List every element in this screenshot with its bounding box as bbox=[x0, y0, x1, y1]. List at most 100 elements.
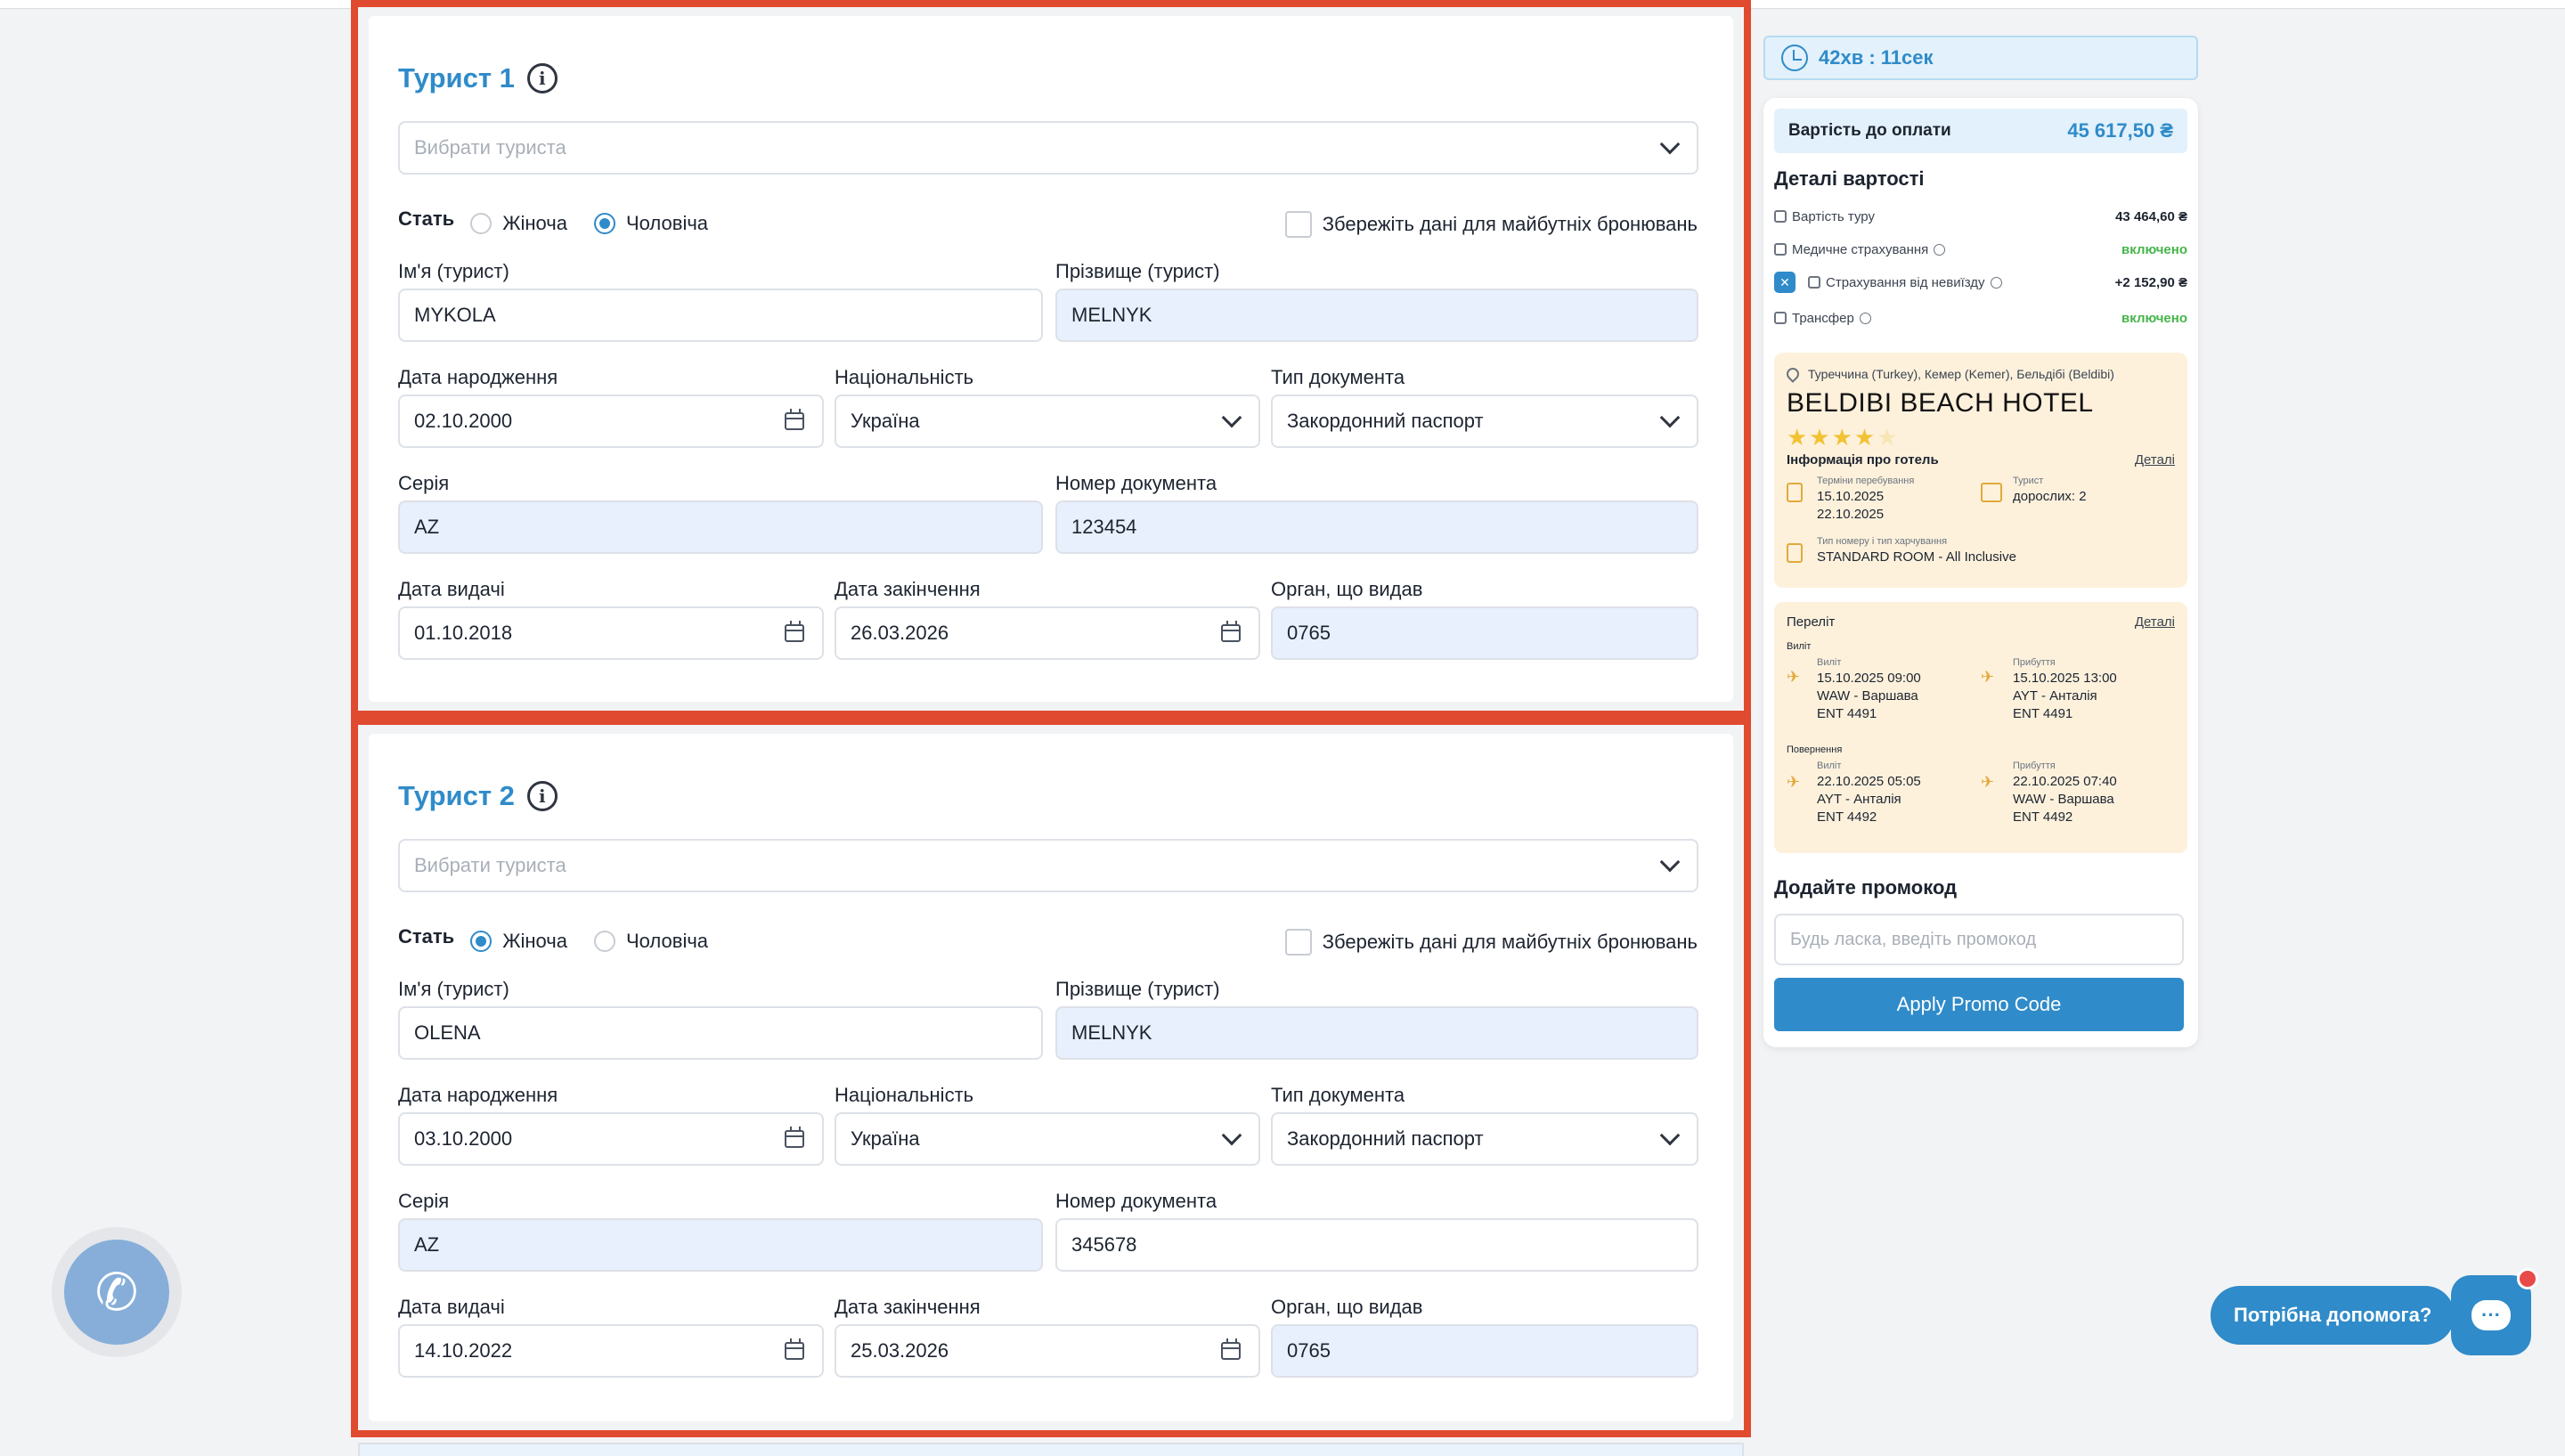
calendar-icon[interactable] bbox=[1221, 621, 1241, 642]
outbound-section-label: Виліт bbox=[1787, 641, 1812, 652]
doc-type-value: Закордонний паспорт bbox=[1287, 1127, 1484, 1150]
nationality-select[interactable]: Україна bbox=[835, 1112, 1260, 1166]
info-icon[interactable]: i bbox=[526, 63, 558, 94]
cost-line-transfer: Трансфер включено bbox=[1774, 305, 2187, 331]
authority-field[interactable]: 0765 bbox=[1271, 606, 1698, 660]
tourist-2-highlight: Турист 2 i Вибрати туриста Стать Жіноча … bbox=[351, 718, 1751, 1437]
radio-female[interactable] bbox=[470, 213, 493, 234]
gender-female-option[interactable]: Жіноча bbox=[470, 930, 567, 953]
plane-landing-icon: ✈ bbox=[1981, 668, 1995, 686]
expiry-field[interactable]: 25.03.2026 bbox=[835, 1324, 1260, 1378]
doc-type-select[interactable]: Закордонний паспорт bbox=[1271, 1112, 1698, 1166]
save-data-option[interactable]: Збережіть дані для майбутніх бронювань bbox=[1284, 210, 1698, 239]
authority-field[interactable]: 0765 bbox=[1271, 1324, 1698, 1378]
tourist-select-dropdown[interactable]: Вибрати туриста bbox=[398, 121, 1698, 175]
promo-code-input[interactable]: Будь ласка, введіть промокод bbox=[1774, 914, 2184, 965]
tourist-2-card: Турист 2 i Вибрати туриста Стать Жіноча … bbox=[369, 734, 1733, 1421]
save-data-label: Збережіть дані для майбутніх бронювань bbox=[1322, 931, 1698, 953]
last-name-field[interactable]: MELNYK bbox=[1055, 1006, 1698, 1060]
doc-type-select[interactable]: Закордонний паспорт bbox=[1271, 395, 1698, 448]
ret-dep-label: Виліт bbox=[1817, 761, 1842, 771]
save-data-label: Збережіть дані для майбутніх бронювань bbox=[1322, 213, 1698, 235]
first-name-field[interactable]: OLENA bbox=[398, 1006, 1043, 1060]
call-button[interactable]: ✆ bbox=[52, 1227, 182, 1357]
expiry-field[interactable]: 26.03.2026 bbox=[835, 606, 1260, 660]
doc-number-label: Номер документа bbox=[1055, 472, 1217, 494]
tourist-title-text: Турист 1 bbox=[398, 62, 515, 94]
info-icon[interactable] bbox=[1859, 312, 1871, 324]
ret-dep-flight: ENT 4492 bbox=[1817, 809, 1877, 825]
calendar-icon[interactable] bbox=[785, 1127, 804, 1148]
hotel-details-link[interactable]: Деталі bbox=[2135, 452, 2175, 468]
dob-field[interactable]: 02.10.2000 bbox=[398, 395, 824, 448]
tourist-count: дорослих: 2 bbox=[2013, 489, 2087, 504]
dob-field[interactable]: 03.10.2000 bbox=[398, 1112, 824, 1166]
radio-male[interactable] bbox=[594, 931, 616, 952]
flight-card: Переліт Деталі Виліт ✈ Виліт 15.10.2025 … bbox=[1774, 602, 2187, 853]
gender-female-label: Жіноча bbox=[502, 212, 568, 234]
help-bubble[interactable]: Потрібна допомога? bbox=[2211, 1286, 2468, 1345]
chat-button[interactable]: ··· bbox=[2451, 1275, 2531, 1355]
total-label: Вартість до оплати bbox=[1788, 121, 1951, 140]
issue-date-field[interactable]: 14.10.2022 bbox=[398, 1324, 824, 1378]
umbrella-icon bbox=[1774, 243, 1787, 256]
calendar-icon[interactable] bbox=[785, 1338, 804, 1360]
tourist-2-title: Турист 2 i bbox=[398, 780, 558, 812]
timer-value: 42хв : 11сек bbox=[1819, 46, 1934, 69]
ret-arr-time: 22.10.2025 07:40 bbox=[2013, 774, 2117, 789]
last-name-field[interactable]: MELNYK bbox=[1055, 289, 1698, 342]
price-sidebar: Вартість до оплати 45 617,50 ₴ Деталі ва… bbox=[1763, 98, 2198, 1047]
dob-value: 02.10.2000 bbox=[414, 410, 513, 432]
authority-label: Орган, що видав bbox=[1271, 1296, 1423, 1318]
cost-line-label: Трансфер bbox=[1792, 310, 1854, 326]
out-arr-route: AYT - Анталія bbox=[2013, 688, 2097, 704]
info-icon[interactable] bbox=[1990, 276, 2002, 289]
expiry-value: 26.03.2026 bbox=[851, 622, 949, 644]
flight-title: Переліт bbox=[1787, 614, 1836, 630]
series-field[interactable]: AZ bbox=[398, 500, 1043, 554]
help-bubble-text: Потрібна допомога? bbox=[2234, 1304, 2432, 1326]
save-data-checkbox[interactable] bbox=[1284, 929, 1312, 956]
ret-dep-route: AYT - Анталія bbox=[1817, 792, 1901, 807]
issue-date-field[interactable]: 01.10.2018 bbox=[398, 606, 824, 660]
doc-number-field[interactable]: 123454 bbox=[1055, 500, 1698, 554]
info-icon[interactable]: i bbox=[526, 781, 558, 811]
doc-number-value: 345678 bbox=[1071, 1233, 1137, 1256]
gender-male-option[interactable]: Чоловіча bbox=[594, 930, 708, 953]
out-dep-flight: ENT 4491 bbox=[1817, 706, 1877, 721]
gender-female-label: Жіноча bbox=[502, 930, 568, 952]
doc-number-field[interactable]: 345678 bbox=[1055, 1218, 1698, 1272]
series-value: AZ bbox=[414, 516, 440, 538]
save-data-checkbox[interactable] bbox=[1284, 211, 1312, 238]
cancellation-insurance-checkbox[interactable]: ✕ bbox=[1774, 272, 1796, 293]
tourist-select-dropdown[interactable]: Вибрати туриста bbox=[398, 839, 1698, 892]
chevron-down-icon bbox=[1659, 407, 1681, 428]
phone-icon: ✆ bbox=[64, 1240, 169, 1345]
apply-promo-button[interactable]: Apply Promo Code bbox=[1774, 978, 2184, 1031]
info-icon[interactable] bbox=[1934, 243, 1946, 256]
hotel-location-text: Туреччина (Turkey), Кемер (Kemer), Бельд… bbox=[1808, 367, 2114, 381]
calendar-icon[interactable] bbox=[1221, 1338, 1241, 1360]
first-name-field[interactable]: MYKOLA bbox=[398, 289, 1043, 342]
gender-male-label: Чоловіча bbox=[626, 212, 709, 234]
expiry-label: Дата закінчення bbox=[835, 578, 981, 600]
save-data-option[interactable]: Збережіть дані для майбутніх бронювань bbox=[1284, 928, 1698, 956]
series-field[interactable]: AZ bbox=[398, 1218, 1043, 1272]
gender-female-option[interactable]: Жіноча bbox=[470, 212, 567, 235]
doc-type-label: Тип документа bbox=[1271, 1084, 1405, 1106]
flight-details-link[interactable]: Деталі bbox=[2135, 614, 2175, 630]
calendar-icon[interactable] bbox=[785, 621, 804, 642]
star-empty: ★ bbox=[1877, 424, 1900, 451]
authority-label: Орган, що видав bbox=[1271, 578, 1423, 600]
radio-male[interactable] bbox=[594, 213, 616, 234]
radio-female[interactable] bbox=[470, 931, 493, 952]
issue-date-value: 14.10.2022 bbox=[414, 1339, 513, 1362]
tourist-select-placeholder: Вибрати туриста bbox=[414, 854, 566, 876]
gender-male-option[interactable]: Чоловіча bbox=[594, 212, 708, 235]
first-name-value: MYKOLA bbox=[414, 304, 496, 326]
hotel-info-label: Інформація про готель bbox=[1787, 452, 1939, 468]
last-name-label: Прізвище (турист) bbox=[1055, 260, 1220, 282]
nationality-select[interactable]: Україна bbox=[835, 395, 1260, 448]
promo-placeholder: Будь ласка, введіть промокод bbox=[1790, 929, 2037, 949]
calendar-icon[interactable] bbox=[785, 409, 804, 430]
